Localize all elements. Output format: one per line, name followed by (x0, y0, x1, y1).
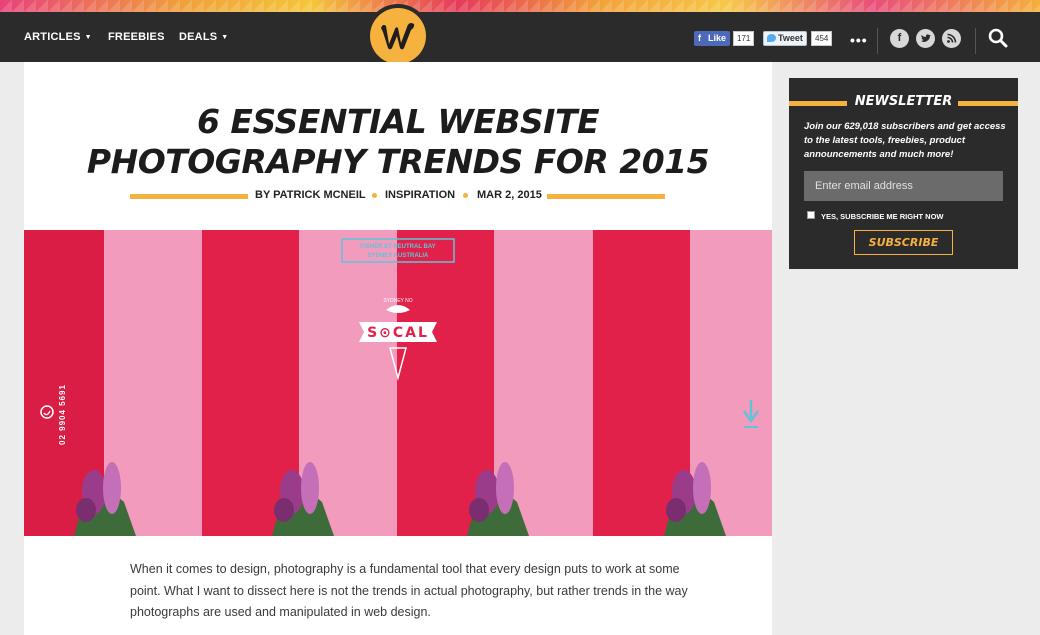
hero-logo-text: S⊙CAL (367, 325, 429, 341)
top-navbar: ARTICLES▼ FREEBIES DEALS▼ Like 171 Tweet… (0, 12, 1040, 62)
chevron-down-icon: ▼ (84, 34, 92, 41)
tweet-count: 454 (811, 31, 833, 46)
twitter-icon[interactable] (916, 29, 935, 48)
chevron-down-icon: ▼ (221, 34, 229, 41)
hero-sign-line1: FISHER ST NEUTRAL BAY (360, 244, 435, 250)
meta-dot (463, 193, 468, 198)
facebook-like-button[interactable]: Like (694, 31, 730, 46)
hero-sign-line2: SYDNEY AUSTRALIA (368, 253, 429, 259)
article-date: MAR 2, 2015 (477, 189, 542, 201)
rss-icon[interactable] (942, 29, 961, 48)
tweet-button[interactable]: Tweet (763, 31, 807, 46)
more-options-icon[interactable]: ••• (850, 33, 868, 47)
email-input[interactable] (804, 171, 1003, 201)
subscribe-checkbox[interactable] (807, 211, 815, 219)
nav-item-deals-label: DEALS (179, 31, 218, 43)
decorative-top-stripe (0, 0, 1040, 12)
hero-image: FISHER ST NEUTRAL BAY SYDNEY AUSTRALIA S… (24, 230, 772, 536)
nav-item-freebies-label: FREEBIES (108, 31, 165, 43)
search-icon[interactable] (988, 28, 1008, 48)
subscribe-checkbox-label: YES, SUBSCRIBE ME RIGHT NOW (821, 212, 944, 221)
logo-badge (370, 8, 426, 64)
article-category[interactable]: INSPIRATION (385, 189, 455, 201)
hero-logo-small-text: SYDNEY NO (383, 298, 412, 304)
nav-item-articles[interactable]: ARTICLES ▼ (24, 31, 92, 43)
nav-item-articles-label: ARTICLES (24, 31, 81, 43)
article-title-line1: 6 ESSENTIAL WEBSITE (196, 102, 600, 141)
meta-dot (372, 193, 377, 198)
tweet-label: Tweet (778, 33, 803, 43)
site-logo[interactable] (366, 4, 430, 68)
twitter-bird-icon (767, 34, 776, 42)
newsletter-widget: NEWSLETTER Join our 629,018 subscribers … (789, 78, 1018, 269)
meta-divider-right (547, 194, 665, 199)
nav-item-freebies[interactable]: FREEBIES (108, 31, 165, 43)
article-title-line2: PHOTOGRAPHY TRENDS FOR 2015 (86, 142, 710, 181)
article-author[interactable]: BY PATRICK MCNEIL (255, 189, 366, 201)
article-intro-paragraph: When it comes to design, photography is … (130, 562, 688, 619)
newsletter-description: Join our 629,018 subscribers and get acc… (804, 121, 1006, 160)
logo-w-glyph (381, 23, 415, 50)
hero-phone-number: 02 9904 5691 (58, 384, 67, 445)
article: 6 ESSENTIAL WEBSITE PHOTOGRAPHY TRENDS F… (24, 62, 772, 635)
facebook-like-count: 171 (733, 31, 755, 46)
subscribe-button[interactable]: SUBSCRIBE (854, 230, 953, 255)
facebook-icon[interactable]: f (890, 29, 909, 48)
nav-item-deals[interactable]: DEALS ▼ (179, 31, 228, 43)
divider (877, 28, 878, 54)
facebook-like-label: Like (708, 33, 727, 43)
meta-divider-left (130, 194, 248, 199)
newsletter-title: NEWSLETTER (854, 94, 953, 109)
divider (975, 28, 976, 54)
